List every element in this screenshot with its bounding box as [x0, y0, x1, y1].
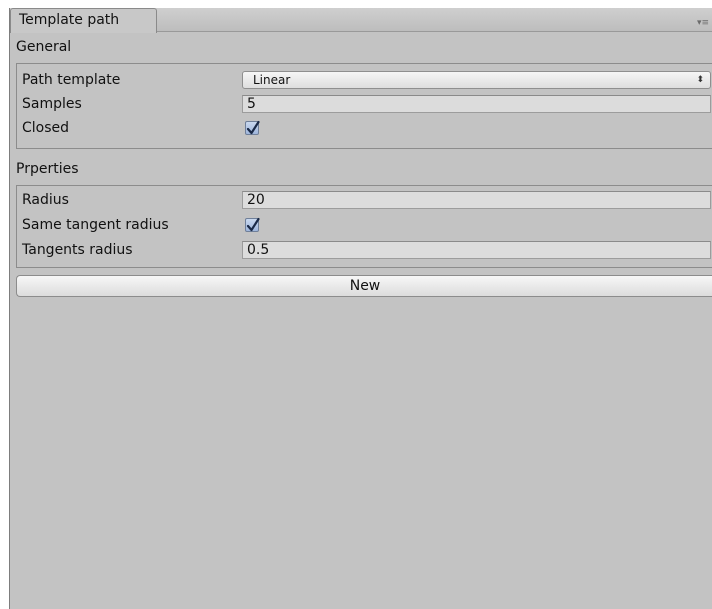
template-path-window: Template path ▾≡ General Path template L… [9, 8, 712, 609]
row-samples: Samples 5 [17, 94, 712, 114]
section-title-general: General [16, 39, 72, 55]
row-same-tangent-radius: Same tangent radius [17, 215, 712, 235]
menu-icon[interactable]: ▾≡ [697, 18, 709, 28]
path-template-value: Linear [253, 73, 291, 87]
up-down-arrows-icon: ⬍ [696, 75, 704, 85]
checkmark-icon [246, 120, 260, 135]
closed-checkbox[interactable] [245, 120, 260, 135]
radius-label: Radius [22, 192, 69, 208]
properties-box: Radius 20 Same tangent radius Tangents r… [16, 185, 712, 268]
row-closed: Closed [17, 118, 712, 138]
row-tangents-radius: Tangents radius 0.5 [17, 240, 712, 260]
tangents-radius-label: Tangents radius [22, 242, 133, 258]
section-title-properties: Prperties [16, 161, 79, 177]
tangents-radius-input[interactable]: 0.5 [242, 241, 711, 259]
same-tangent-radius-checkbox[interactable] [245, 217, 260, 232]
closed-label: Closed [22, 120, 70, 136]
tab-template-path[interactable]: Template path [10, 8, 157, 33]
path-template-label: Path template [22, 72, 121, 88]
samples-input[interactable]: 5 [242, 95, 711, 113]
row-path-template: Path template Linear ⬍ [17, 70, 712, 90]
path-template-select[interactable]: Linear ⬍ [242, 71, 711, 89]
samples-label: Samples [22, 96, 82, 112]
same-tangent-radius-label: Same tangent radius [22, 217, 169, 233]
tab-bar: Template path ▾≡ [10, 8, 712, 33]
row-radius: Radius 20 [17, 190, 712, 210]
tab-label: Template path [19, 12, 120, 28]
new-button[interactable]: New [16, 275, 712, 297]
general-box: Path template Linear ⬍ Samples 5 Closed [16, 63, 712, 149]
checkmark-icon [246, 217, 260, 232]
radius-input[interactable]: 20 [242, 191, 711, 209]
